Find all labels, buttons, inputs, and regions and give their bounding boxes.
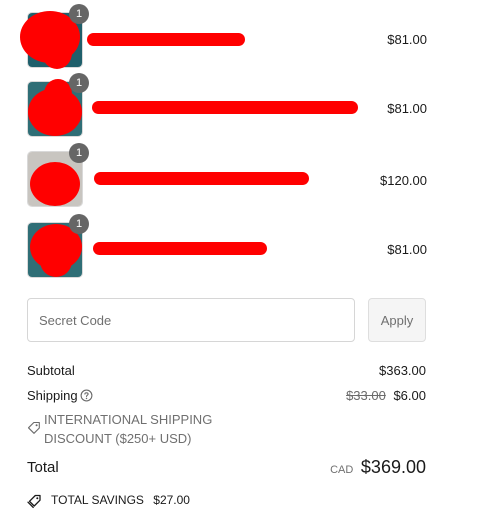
help-circle-icon[interactable] — [80, 389, 93, 402]
redaction-mark — [44, 79, 72, 109]
product-name-redacted — [93, 242, 267, 255]
line-price: $81.00 — [387, 242, 427, 257]
total-label: Total — [27, 459, 59, 476]
shipping-discount-label: INTERNATIONAL SHIPPING DISCOUNT ($250+ U… — [44, 412, 213, 446]
product-thumbnail: 1 — [20, 4, 89, 69]
cart-line-item: 1 $81.00 — [27, 214, 427, 280]
cart-line-item: 1 $81.00 — [27, 73, 427, 139]
line-price: $81.00 — [387, 32, 427, 47]
total-savings-row: TOTAL SAVINGS $27.00 — [51, 493, 190, 507]
product-thumbnail: 1 — [27, 214, 89, 278]
shipping-price: $6.00 — [393, 388, 426, 403]
shipping-original-price: $33.00 — [346, 388, 386, 403]
product-name-redacted — [94, 172, 309, 185]
currency-code: CAD — [330, 464, 354, 476]
cart-line-item: 1 $81.00 — [20, 4, 427, 70]
redaction-mark — [40, 245, 72, 277]
line-price: $120.00 — [380, 173, 427, 188]
tags-icon — [27, 493, 43, 509]
apply-button[interactable]: Apply — [368, 298, 426, 342]
subtotal-value: $363.00 — [379, 363, 426, 378]
quantity-badge: 1 — [69, 4, 89, 24]
redaction-mark — [42, 37, 72, 69]
total-savings-label: TOTAL SAVINGS — [51, 493, 144, 507]
discount-code-input[interactable] — [27, 298, 355, 342]
quantity-badge: 1 — [69, 214, 89, 234]
product-name-redacted — [92, 101, 358, 114]
line-price: $81.00 — [387, 101, 427, 116]
product-thumbnail: 1 — [27, 143, 89, 207]
subtotal-label: Subtotal — [27, 363, 75, 378]
cart-line-item: 1 $120.00 — [27, 143, 427, 209]
product-name-redacted — [87, 33, 245, 46]
product-thumbnail: 1 — [27, 73, 89, 137]
quantity-badge: 1 — [69, 73, 89, 93]
tag-icon — [27, 421, 41, 435]
quantity-badge: 1 — [69, 143, 89, 163]
total-value-row: CAD $369.00 — [330, 457, 426, 478]
total-value: $369.00 — [360, 457, 426, 477]
shipping-value-row: $33.00 $6.00 — [346, 388, 426, 403]
shipping-label: Shipping — [27, 388, 78, 403]
redaction-mark — [30, 162, 80, 206]
total-savings-value: $27.00 — [153, 493, 190, 507]
